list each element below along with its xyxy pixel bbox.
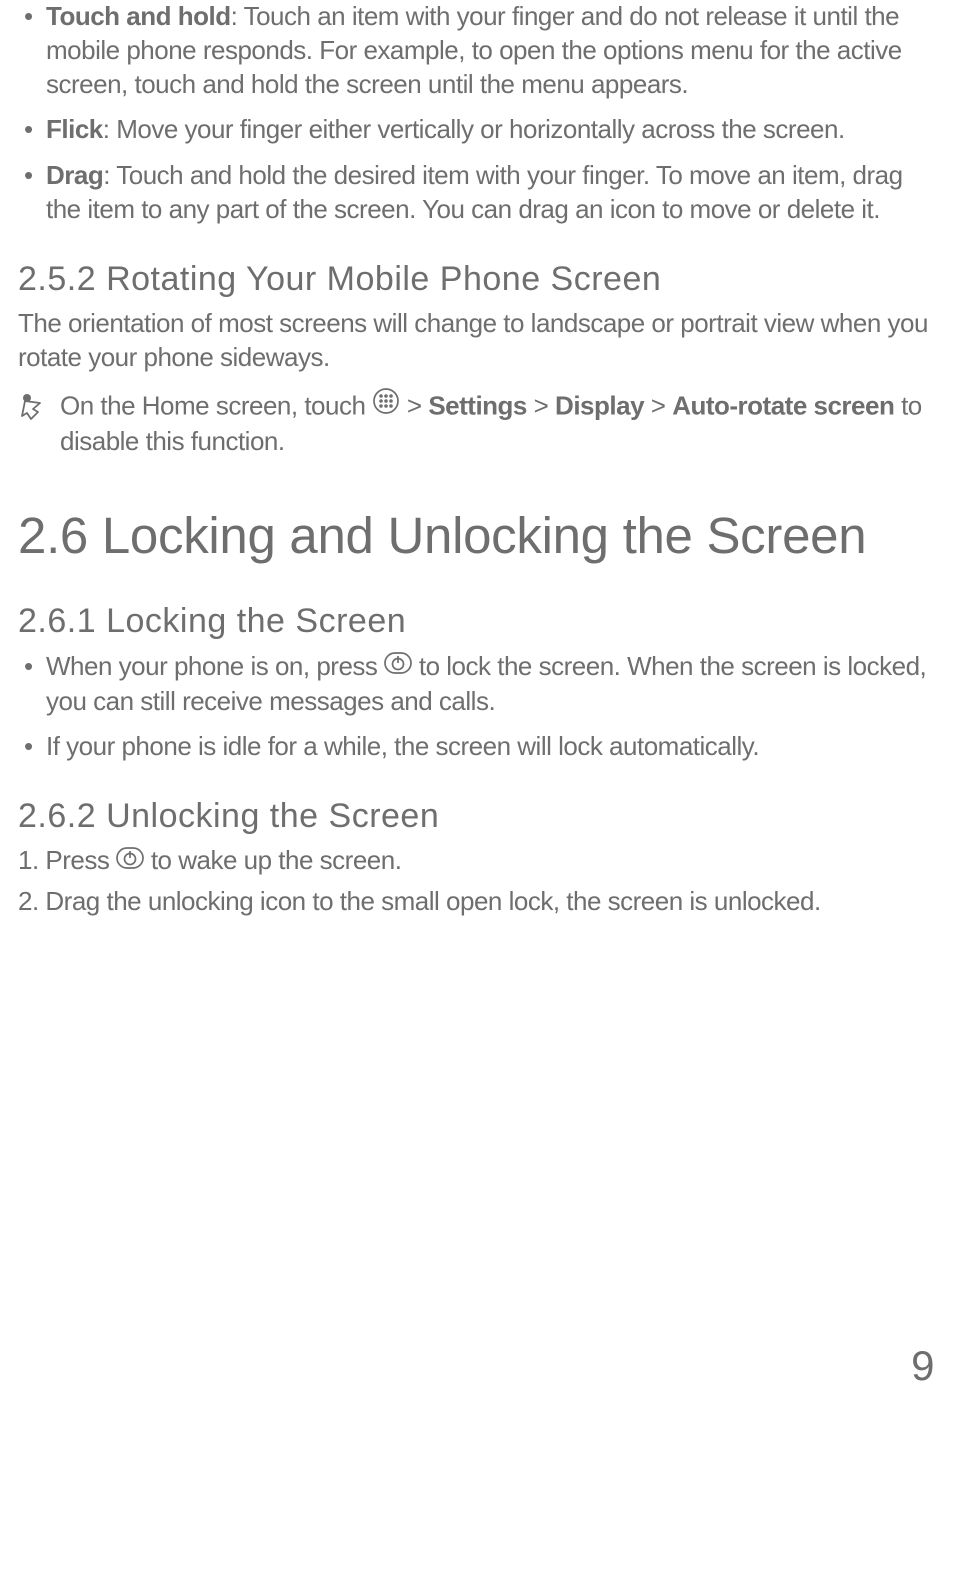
list-item: Touch and hold: Touch an item with your … [18,0,938,101]
heading-252: 2.5.2 Rotating Your Mobile Phone Screen [18,257,938,301]
power-icon [116,844,144,878]
heading-26: 2.6 Locking and Unlocking the Screen [18,503,938,569]
display-label: Display [555,390,644,420]
autorotate-label: Auto-rotate screen [672,390,894,420]
body-252: The orientation of most screens will cha… [18,307,938,375]
note-text: On the Home screen, touch > Settings > D… [60,389,938,460]
step-1: 1. Press to wake up the screen. [18,844,938,879]
gt: > [407,390,428,420]
text: to wake up the screen. [151,845,402,875]
note-icon [18,391,48,430]
gt: > [527,390,555,420]
desc: : Touch and hold the desired item with y… [46,160,903,224]
settings-label: Settings [428,390,527,420]
heading-261: 2.6.1 Locking the Screen [18,599,938,643]
list-item: Drag: Touch and hold the desired item wi… [18,159,938,227]
note-block: On the Home screen, touch > Settings > D… [18,389,938,460]
text: When your phone is on, press [46,651,384,681]
list-item: If your phone is idle for a while, the s… [18,730,938,764]
text: 2. Drag the unlocking icon to the small … [18,886,821,916]
list-item: Flick: Move your finger either verticall… [18,113,938,147]
gesture-list: Touch and hold: Touch an item with your … [18,0,938,227]
term: Touch and hold [46,1,231,31]
term: Flick [46,114,103,144]
apps-icon [372,387,400,424]
lock-list: When your phone is on, press to lock the… [18,650,938,765]
note-pre: On the Home screen, touch [60,390,372,420]
gt: > [644,390,672,420]
page-number: 9 [18,1339,938,1394]
desc: : Move your finger either vertically or … [103,114,845,144]
text: If your phone is idle for a while, the s… [46,731,759,761]
list-item: When your phone is on, press to lock the… [18,650,938,719]
term: Drag [46,160,103,190]
power-icon [384,649,412,683]
text: 1. Press [18,845,116,875]
heading-262: 2.6.2 Unlocking the Screen [18,794,938,838]
step-2: 2. Drag the unlocking icon to the small … [18,885,938,919]
